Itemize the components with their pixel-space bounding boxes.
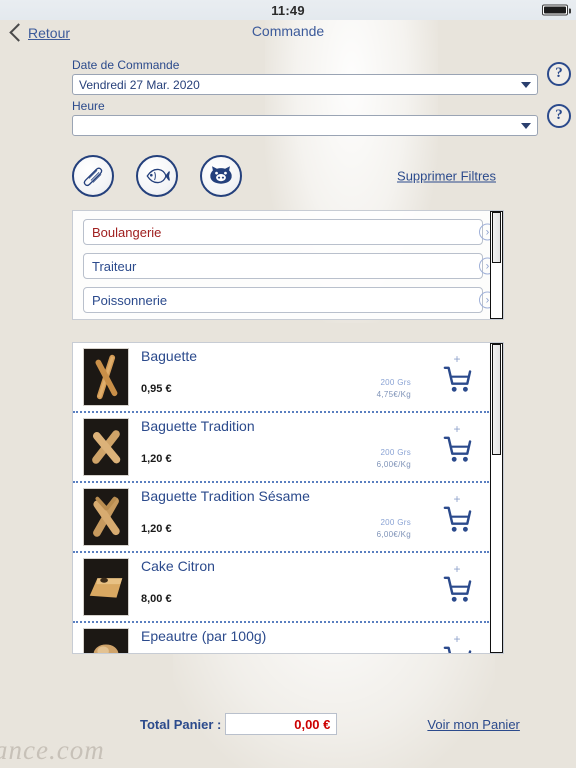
date-select-wrap: Vendredi 27 Mar. 2020 xyxy=(72,74,538,95)
product-price-per-kg: 6,00€/Kg xyxy=(376,460,411,469)
shopping-cart-icon xyxy=(443,506,472,532)
plus-icon: + xyxy=(453,352,461,366)
total-label: Total Panier : xyxy=(140,716,222,732)
category-label: Traiteur xyxy=(92,258,137,274)
product-price: 1,20 € xyxy=(141,523,172,535)
product-row[interactable]: Baguette 0,95 € 200 Grs 4,75€/Kg + xyxy=(73,343,489,413)
shopping-cart-icon xyxy=(443,646,472,653)
plus-icon: + xyxy=(453,562,461,576)
product-info: Baguette Tradition Sésame 1,20 € 200 Grs… xyxy=(129,483,489,551)
plus-icon: + xyxy=(453,492,461,506)
baguette-sesame-photo xyxy=(83,488,129,546)
pig-icon xyxy=(210,166,232,184)
category-item-poissonnerie[interactable]: Poissonnerie › xyxy=(83,287,496,313)
product-meta: 200 Grs 4,75€/Kg xyxy=(377,377,411,401)
page-title: Commande xyxy=(251,23,325,39)
product-thumb-art xyxy=(84,489,128,545)
product-row[interactable]: Baguette Tradition 1,20 € 200 Grs 6,00€/… xyxy=(73,413,489,483)
filter-bread-button[interactable] xyxy=(72,155,114,197)
heure-field-row: Heure ? xyxy=(0,95,576,136)
filter-pig-button[interactable] xyxy=(200,155,242,197)
product-thumb-art xyxy=(84,559,128,615)
status-clock: 11:49 xyxy=(271,2,305,18)
shopping-cart-icon xyxy=(443,436,472,462)
product-row[interactable]: Baguette Tradition Sésame 1,20 € 200 Grs… xyxy=(73,483,489,553)
heure-select[interactable] xyxy=(72,115,538,136)
product-price: 8,00 € xyxy=(141,593,172,605)
back-button[interactable]: Retour xyxy=(10,24,70,42)
nav-bar: Commande Retour xyxy=(0,20,576,52)
product-price: 1,20 € xyxy=(141,453,172,465)
category-item-boulangerie[interactable]: Boulangerie › xyxy=(83,219,496,245)
category-label: Boulangerie xyxy=(92,224,162,240)
product-price-per-kg: 6,00€/Kg xyxy=(376,530,411,539)
baguette-photo xyxy=(83,348,129,406)
product-meta: 200 Grs 6,00€/Kg xyxy=(377,447,411,471)
total-bar: Total Panier : 0,00 € Voir mon Panier xyxy=(0,708,576,740)
add-to-cart-button[interactable]: + xyxy=(437,352,477,401)
date-select[interactable]: Vendredi 27 Mar. 2020 xyxy=(72,74,538,95)
product-info: Epeautre (par 100g) + xyxy=(129,623,489,653)
battery-full-icon xyxy=(542,4,571,16)
product-thumb-art xyxy=(84,349,128,405)
product-scrollbar-thumb[interactable] xyxy=(492,344,501,455)
chevron-left-icon xyxy=(10,24,21,42)
plus-icon: + xyxy=(453,422,461,436)
bread-icon xyxy=(83,167,103,187)
product-weight: 200 Grs xyxy=(380,378,411,387)
product-thumb-art xyxy=(84,419,128,475)
filter-bar: Supprimer Filtres xyxy=(0,148,576,204)
category-item-traiteur[interactable]: Traiteur › xyxy=(83,253,496,279)
date-field-label: Date de Commande xyxy=(72,58,180,72)
product-thumb-art xyxy=(84,629,128,653)
epeautre-photo xyxy=(83,628,129,653)
plus-icon: + xyxy=(453,632,461,646)
product-info: Baguette Tradition 1,20 € 200 Grs 6,00€/… xyxy=(129,413,489,481)
product-scrollbar[interactable] xyxy=(490,343,503,653)
battery-fill xyxy=(544,6,566,14)
shopping-cart-icon xyxy=(443,576,472,602)
date-help-button[interactable]: ? xyxy=(547,61,571,86)
chevron-down-icon[interactable] xyxy=(521,122,531,129)
see-cart-link[interactable]: Voir mon Panier xyxy=(427,717,520,732)
add-to-cart-button[interactable]: + xyxy=(437,422,477,471)
category-scrollbar[interactable] xyxy=(490,211,503,319)
total-value: 0,00 € xyxy=(225,713,338,735)
cake-citron-photo xyxy=(83,558,129,616)
product-weight: 200 Grs xyxy=(380,448,411,457)
status-bar: 11:49 xyxy=(0,0,576,20)
baguette-tradition-photo xyxy=(83,418,129,476)
product-price-per-kg: 4,75€/Kg xyxy=(376,390,411,399)
filter-fish-button[interactable] xyxy=(136,155,178,197)
date-field-row: Date de Commande Vendredi 27 Mar. 2020 ? xyxy=(0,52,576,95)
category-scrollbar-thumb[interactable] xyxy=(492,212,501,263)
category-panel: Boulangerie › Traiteur › Poissonnerie › xyxy=(72,210,504,320)
product-info: Baguette 0,95 € 200 Grs 4,75€/Kg + xyxy=(129,343,489,411)
product-row[interactable]: Cake Citron 8,00 € + xyxy=(73,553,489,623)
add-to-cart-button[interactable]: + xyxy=(437,492,477,541)
add-to-cart-button[interactable]: + xyxy=(437,632,477,653)
product-info: Cake Citron 8,00 € + xyxy=(129,553,489,621)
heure-help-button[interactable]: ? xyxy=(547,103,571,128)
chevron-down-icon[interactable] xyxy=(521,81,531,88)
date-select-value: Vendredi 27 Mar. 2020 xyxy=(79,77,200,92)
product-row[interactable]: Epeautre (par 100g) + xyxy=(73,623,489,653)
clear-filters-link[interactable]: Supprimer Filtres xyxy=(397,169,496,184)
product-price: 0,95 € xyxy=(141,383,172,395)
product-list-panel: Baguette 0,95 € 200 Grs 4,75€/Kg + Bague… xyxy=(72,342,504,654)
fish-icon xyxy=(146,168,170,184)
product-weight: 200 Grs xyxy=(380,518,411,527)
add-to-cart-button[interactable]: + xyxy=(437,562,477,611)
shopping-cart-icon xyxy=(443,366,472,392)
category-label: Poissonnerie xyxy=(92,292,168,308)
heure-field-label: Heure xyxy=(72,99,105,113)
back-button-label: Retour xyxy=(28,25,71,41)
app-root: 11:49 Commande Retour Date de Commande V… xyxy=(0,0,576,768)
product-meta: 200 Grs 6,00€/Kg xyxy=(377,517,411,541)
heure-select-wrap xyxy=(72,115,538,136)
